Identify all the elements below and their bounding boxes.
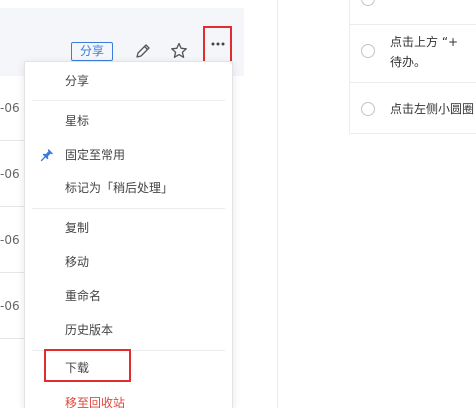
row-divider [0, 206, 24, 207]
pin-icon [40, 149, 53, 162]
share-badge[interactable]: 分享 [71, 42, 113, 61]
todo-item[interactable]: 点击左侧小圆圈 [350, 82, 476, 133]
row-date: -06 [0, 233, 20, 247]
menu-item-label: 标记为「稍后处理」 [65, 181, 174, 195]
menu-separator [32, 100, 225, 101]
menu-separator [32, 208, 225, 209]
todo-item[interactable]: 点击上方 “+ 待办。 [350, 24, 476, 82]
menu-item-copy[interactable]: 复制 [25, 213, 232, 243]
menu-item-history[interactable]: 历史版本 [25, 315, 232, 345]
todo-text: 点击上方 “+ [390, 35, 459, 49]
row-date: -06 [0, 101, 20, 115]
menu-item-share[interactable]: 分享 [25, 66, 232, 96]
edit-pencil-icon[interactable] [133, 41, 153, 61]
row-divider [0, 140, 24, 141]
menu-item-label: 固定至常用 [65, 148, 126, 162]
row-divider [0, 338, 24, 339]
right-pane: 点击上方 “+ 待办。 点击左侧小圆圈 [278, 0, 476, 408]
todo-checkbox[interactable] [361, 102, 375, 116]
row-divider [0, 272, 24, 273]
menu-item-star[interactable]: 星标 [25, 106, 232, 136]
todo-text: 待办。 [390, 55, 427, 69]
row-date: -06 [0, 167, 20, 181]
menu-item-label: 分享 [65, 74, 90, 88]
menu-item-label: 历史版本 [65, 323, 114, 337]
menu-item-mark-later[interactable]: 标记为「稍后处理」 [25, 173, 232, 203]
todo-checkbox[interactable] [361, 0, 375, 6]
menu-item-label: 移动 [65, 255, 90, 269]
more-dots-icon [211, 42, 225, 46]
menu-item-label: 移至回收站 [65, 396, 126, 408]
menu-item-label: 重命名 [65, 289, 102, 303]
menu-item-label: 复制 [65, 221, 90, 235]
menu-item-move-to-trash[interactable]: 移至回收站 [25, 388, 232, 408]
star-outline-icon[interactable] [169, 41, 189, 61]
todo-checkbox[interactable] [361, 44, 375, 58]
menu-item-label: 星标 [65, 114, 90, 128]
todo-panel: 点击上方 “+ 待办。 点击左侧小圆圈 [349, 0, 476, 134]
todo-text: 点击左侧小圆圈 [390, 102, 475, 116]
download-highlight [44, 349, 131, 382]
menu-item-pin[interactable]: 固定至常用 [25, 140, 232, 170]
row-date: -06 [0, 299, 20, 313]
menu-item-rename[interactable]: 重命名 [25, 281, 232, 311]
menu-item-move[interactable]: 移动 [25, 247, 232, 277]
